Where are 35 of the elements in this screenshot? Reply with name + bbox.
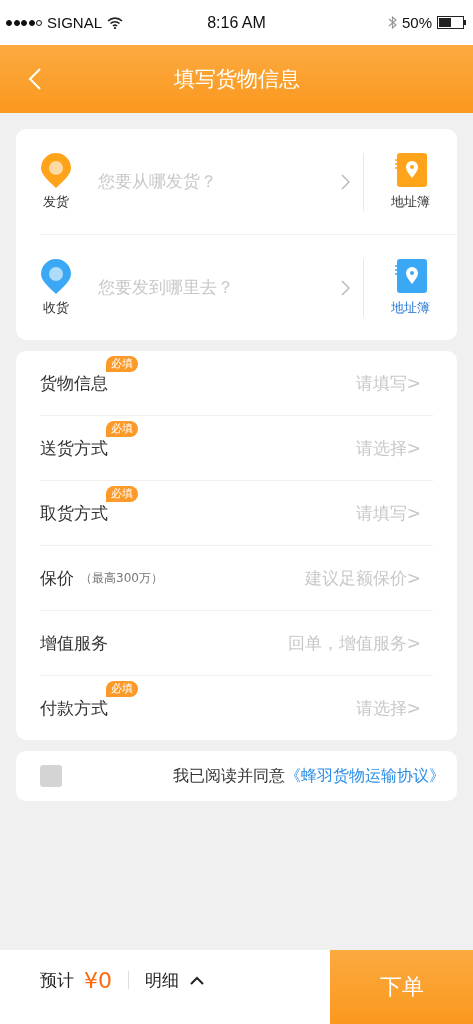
agreement-link[interactable]: 《蜂羽货物运输协议》 xyxy=(285,765,445,787)
field-label: 送货方式 xyxy=(40,436,108,460)
page-title: 填写货物信息 xyxy=(173,66,300,93)
details-toggle[interactable]: 明细 xyxy=(145,968,179,992)
agreement-checkbox[interactable] xyxy=(40,765,62,787)
agreement-text: 我已阅读并同意 xyxy=(173,765,285,787)
back-icon[interactable] xyxy=(28,67,42,91)
submit-button[interactable]: 下单 xyxy=(330,950,473,1024)
field-label: 付款方式 xyxy=(40,696,108,720)
battery-icon xyxy=(437,16,467,29)
field-label: 增值服务 xyxy=(40,631,108,655)
address-type-label: 收货 xyxy=(43,298,69,317)
wifi-icon xyxy=(107,16,124,29)
field-label: 取货方式 xyxy=(40,501,108,525)
chevron-right-icon xyxy=(341,173,351,190)
caret-up-icon[interactable] xyxy=(189,975,205,985)
address-book-icon[interactable] xyxy=(394,258,427,293)
battery-percent: 50% xyxy=(401,14,432,31)
field-label: 货物信息 xyxy=(40,371,108,395)
field-label: 保价 xyxy=(40,566,74,590)
address-book-label[interactable]: 地址簿 xyxy=(391,192,430,211)
carrier-name: SIGNAL xyxy=(47,14,103,31)
required-badge: 必填 xyxy=(106,680,138,697)
address-book-label[interactable]: 地址簿 xyxy=(391,298,430,317)
address-type-label: 发货 xyxy=(43,192,69,211)
chevron-right-icon xyxy=(341,279,351,296)
bluetooth-icon xyxy=(387,15,397,30)
field-note: （最高300万） xyxy=(80,569,163,587)
estimated-price: ¥0 xyxy=(84,967,112,993)
status-time: 8:16 AM xyxy=(207,13,266,32)
estimate-label: 预计 xyxy=(40,968,74,992)
address-book-icon[interactable] xyxy=(394,152,427,187)
required-badge: 必填 xyxy=(106,420,138,437)
required-badge: 必填 xyxy=(106,485,138,502)
required-badge: 必填 xyxy=(106,355,138,372)
